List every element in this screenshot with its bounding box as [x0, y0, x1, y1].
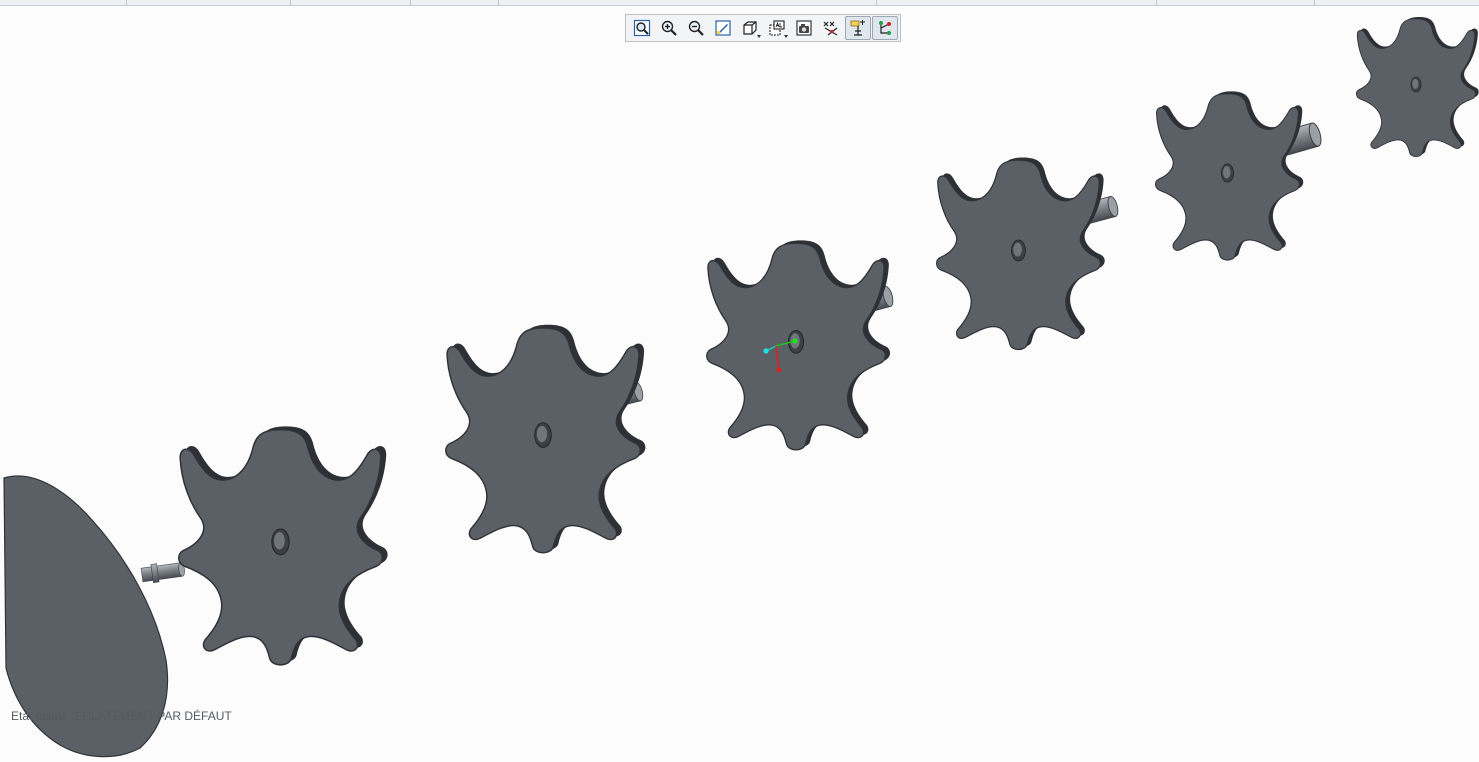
tab-divider: [876, 0, 877, 6]
exploded-state-label: Etat éclaté :ECLATEMENT PAR DÉFAUT: [11, 709, 232, 723]
rotor-part-3[interactable]: [705, 239, 897, 451]
rotor-part-2[interactable]: [444, 323, 647, 554]
tab-divider: [1314, 0, 1315, 6]
rotor-part-6[interactable]: [1355, 16, 1479, 158]
rotor-part-5[interactable]: [1154, 90, 1325, 261]
model-viewport[interactable]: [0, 7, 1479, 762]
tab-divider: [290, 0, 291, 6]
tab-divider: [410, 0, 411, 6]
tab-divider: [1156, 0, 1157, 6]
rotor-part-1[interactable]: [177, 425, 389, 666]
tab-divider: [498, 0, 499, 6]
rotor-part-4[interactable]: [935, 156, 1122, 351]
tab-divider: [126, 0, 127, 6]
top-tab-strip: [0, 0, 1479, 6]
